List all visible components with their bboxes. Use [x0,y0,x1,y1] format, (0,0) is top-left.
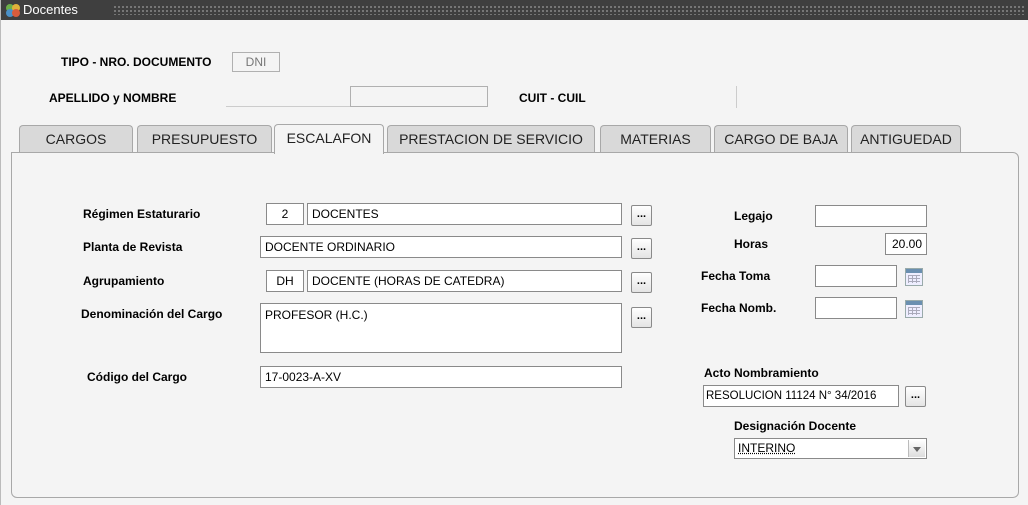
fecha-nomb-field[interactable] [815,297,897,319]
apellido-nombre-label: APELLIDO y NOMBRE [49,91,177,105]
agrupamiento-code-field[interactable]: DH [266,270,304,292]
acto-lov-button[interactable]: ... [905,386,926,407]
cuit-cuil-field[interactable] [736,86,737,108]
horas-field[interactable]: 20.00 [885,233,927,255]
regimen-lov-button[interactable]: ... [631,205,652,226]
designacion-select[interactable]: INTERINO [734,438,927,459]
acto-nombramiento-field[interactable]: RESOLUCION 11124 N° 34/2016 [703,385,899,407]
denominacion-lov-button[interactable]: ... [631,307,652,328]
tab-antiguedad[interactable]: ANTIGUEDAD [851,125,961,153]
fecha-toma-label: Fecha Toma [701,269,771,283]
apellido-field[interactable] [226,86,350,107]
designacion-docente-label: Designación Docente [734,419,857,433]
horas-label: Horas [734,237,769,251]
tab-escalafon[interactable]: ESCALAFON [274,124,384,154]
codigo-cargo-field[interactable]: 17-0023-A-XV [260,366,622,388]
title-grip [113,5,1025,15]
tab-cargos[interactable]: CARGOS [19,125,133,153]
planta-label: Planta de Revista [83,240,183,254]
fecha-nomb-label: Fecha Nomb. [701,301,777,315]
app-icon [6,4,20,17]
tab-materias[interactable]: MATERIAS [600,125,711,153]
legajo-label: Legajo [734,209,773,223]
codigo-cargo-label: Código del Cargo [87,370,187,384]
agrupamiento-label: Agrupamiento [83,274,165,288]
fecha-nomb-calendar-icon[interactable] [905,300,923,318]
planta-field[interactable]: DOCENTE ORDINARIO [260,236,622,258]
regimen-code-field[interactable]: 2 [266,203,304,225]
fecha-toma-field[interactable] [815,265,897,287]
agrupamiento-value-field[interactable]: DOCENTE (HORAS DE CATEDRA) [307,270,622,292]
nombre-field[interactable] [350,86,488,107]
cuit-cuil-label: CUIT - CUIL [519,91,586,105]
agrupamiento-lov-button[interactable]: ... [631,272,652,293]
tab-presupuesto[interactable]: PRESUPUESTO [137,125,272,153]
denominacion-field[interactable]: PROFESOR (H.C.) [260,303,622,353]
tipo-documento-label: TIPO - NRO. DOCUMENTO [61,55,212,69]
docentes-window: Docentes TIPO - NRO. DOCUMENTO DNI APELL… [0,0,1028,505]
tab-prestacion-de-servicio[interactable]: PRESTACION DE SERVICIO [387,125,595,153]
regimen-value-field[interactable]: DOCENTES [307,203,622,225]
chevron-down-icon[interactable] [908,440,925,457]
fecha-toma-calendar-icon[interactable] [905,268,923,286]
denominacion-label: Denominación del Cargo [81,307,223,321]
window-title: Docentes [23,2,78,17]
regimen-label: Régimen Estaturario [83,207,201,221]
designacion-value: INTERINO [738,441,796,455]
planta-lov-button[interactable]: ... [631,238,652,259]
legajo-field[interactable] [815,205,927,227]
tab-cargo-de-baja[interactable]: CARGO DE BAJA [714,125,848,153]
acto-nombramiento-label: Acto Nombramiento [704,366,819,380]
tipo-documento-field[interactable]: DNI [232,52,280,72]
title-bar[interactable]: Docentes [1,0,1028,20]
